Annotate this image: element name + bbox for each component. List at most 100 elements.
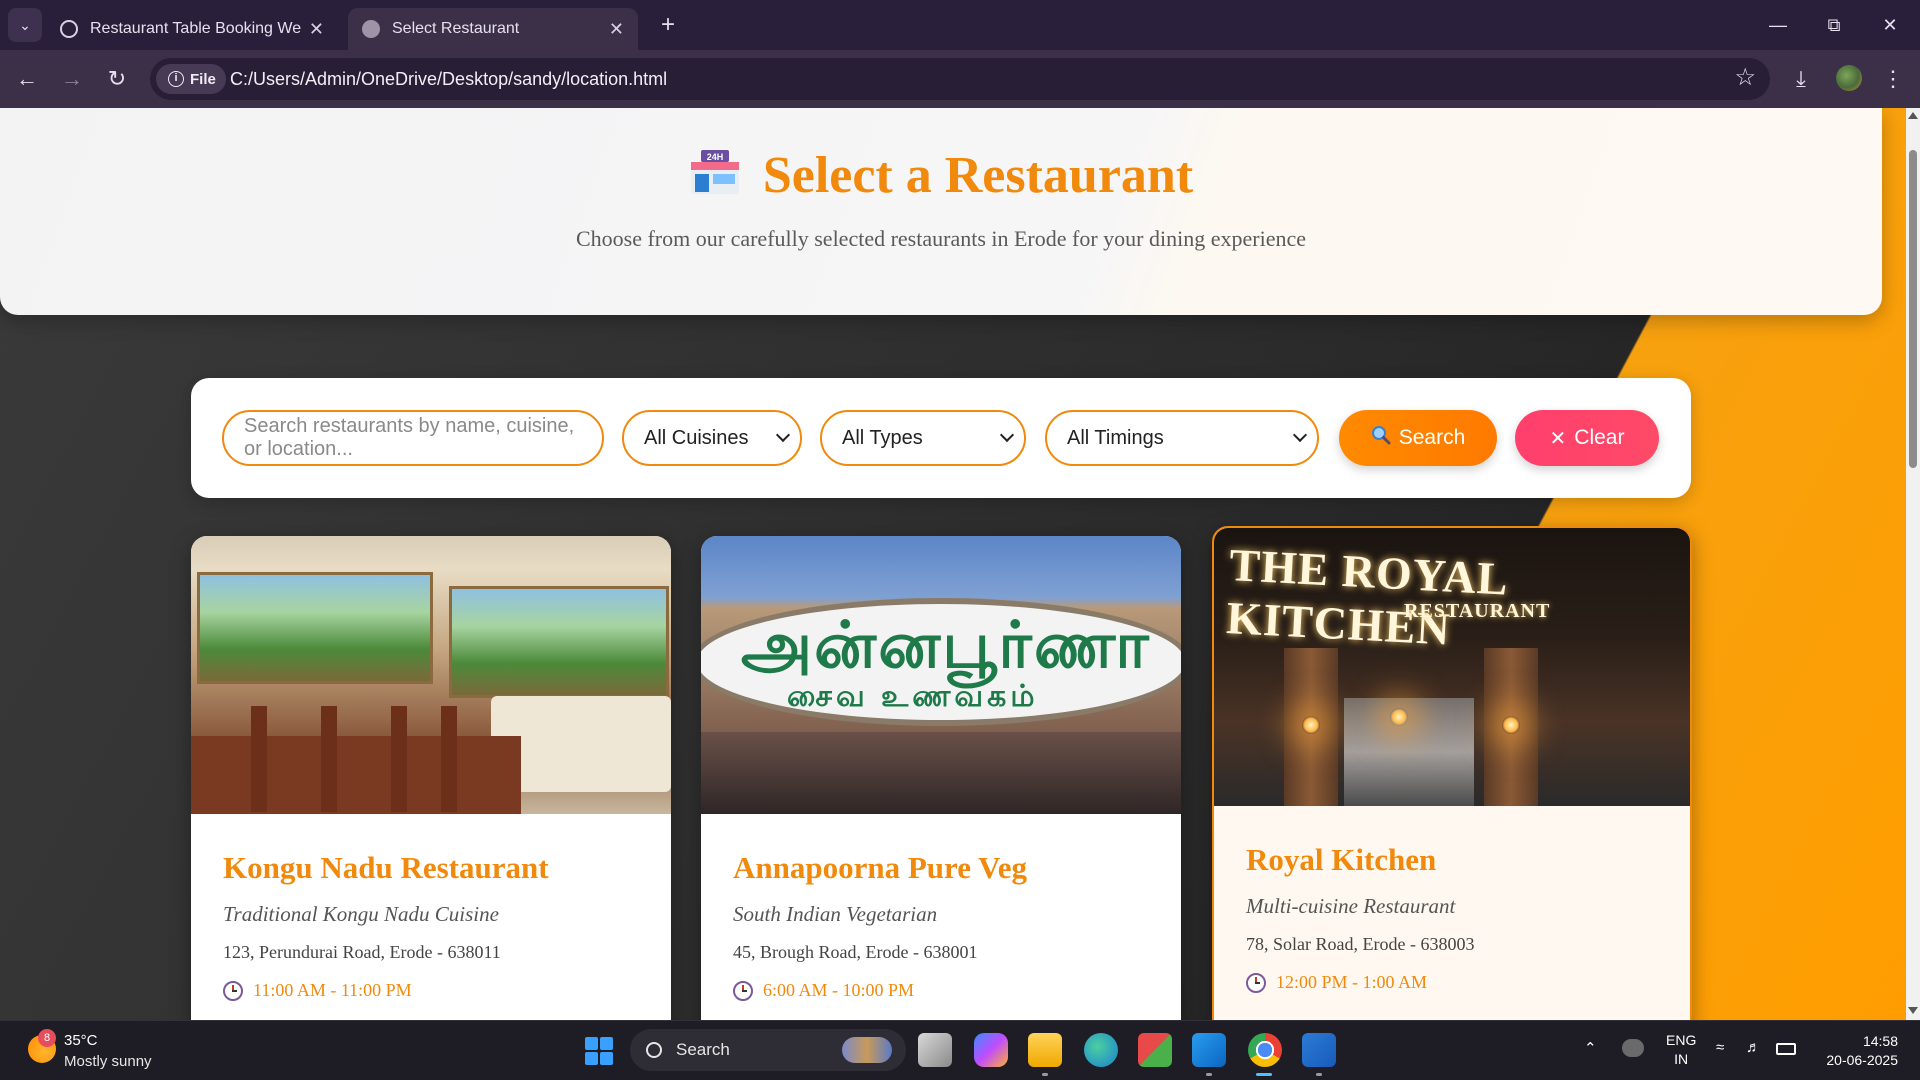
scroll-down-arrow-icon[interactable] [1908,1007,1918,1014]
scroll-up-arrow-icon[interactable] [1908,112,1918,119]
close-tab-icon[interactable]: ✕ [609,19,624,40]
cuisine-select-value: All Cuisines [644,426,749,449]
restaurant-address: 123, Perundurai Road, Erode - 638011 [223,942,501,962]
timing-select[interactable]: All Timings [1045,410,1319,466]
active-indicator [1256,1073,1272,1076]
running-indicator [1042,1073,1048,1076]
language-indicator[interactable]: ENG IN [1666,1031,1696,1069]
taskbar-search-label: Search [676,1040,730,1059]
restaurant-timing: 12:00 PM - 1:00 AM [1246,972,1427,993]
tab-search-chevron-icon[interactable]: ⌄ [8,8,42,42]
sign-subtext: RESTAURANT [1404,600,1551,622]
running-indicator [1206,1073,1212,1076]
vscode-icon[interactable] [1192,1033,1226,1067]
restaurant-cuisine: Multi-cuisine Restaurant [1246,894,1456,918]
search-highlight-icon [842,1037,892,1063]
system-clock[interactable]: 14:58 20-06-2025 [1818,1032,1898,1070]
clock-icon [1246,972,1266,993]
chevron-down-icon [1292,427,1308,443]
site-info-chip[interactable]: i File [156,64,226,94]
globe-favicon-icon [362,20,380,38]
restaurant-timing-text: 6:00 AM - 10:00 PM [763,980,915,1000]
search-button[interactable]: Search [1339,410,1497,466]
convenience-store-icon: 24H [689,150,741,196]
file-explorer-icon[interactable] [1028,1033,1062,1067]
restaurant-card[interactable]: Kongu Nadu Restaurant Traditional Kongu … [191,536,671,1020]
onedrive-error-icon[interactable] [1622,1039,1644,1057]
clear-button[interactable]: ✕ Clear [1515,410,1659,466]
restaurant-name: Royal Kitchen [1246,842,1437,877]
page-subtitle: Choose from our carefully selected resta… [575,226,1306,251]
chatgpt-favicon-icon [60,20,78,38]
windows-start-icon[interactable] [585,1037,613,1065]
restaurant-image-annapoorna: அன்னபூர்ணா சைவ உணவகம் [701,536,1181,814]
svg-text:24H: 24H [707,152,724,162]
tab-select-restaurant[interactable]: Select Restaurant ✕ [348,8,638,50]
download-icon[interactable]: ⤓ [1784,62,1818,96]
restaurant-card[interactable]: அன்னபூர்ணா சைவ உணவகம் Annapoorna Pure Ve… [701,536,1181,1020]
restaurant-name: Annapoorna Pure Veg [733,850,1027,885]
magnifier-icon [1371,425,1391,451]
page-scrollbar[interactable] [1906,108,1920,1020]
back-arrow-icon[interactable]: ← [10,62,44,96]
restore-icon[interactable]: ⧉ [1814,8,1854,42]
microsoft-store-icon[interactable] [1138,1033,1172,1067]
volume-icon[interactable]: ♬ [1746,1039,1761,1056]
forward-arrow-icon[interactable]: → [55,62,89,96]
chrome-icon[interactable] [1248,1033,1282,1067]
sign-subtext: சைவ உணவகம் [787,680,1039,713]
restaurant-card[interactable]: THE ROYAL KITCHEN RESTAURANT Royal Kitch… [1212,526,1692,1020]
running-indicator [1316,1073,1322,1076]
show-hidden-icons-chevron-icon[interactable]: ⌃ [1584,1039,1597,1057]
menu-kebab-icon[interactable]: ⋮ [1876,62,1910,96]
page-title: 24H Select a Restaurant [0,146,1882,205]
cuisine-select[interactable]: All Cuisines [622,410,802,466]
page-header: 24H Select a Restaurant Choose from our … [0,108,1882,315]
minimize-icon[interactable]: — [1758,8,1798,42]
clear-button-label: Clear [1574,426,1625,449]
copilot-icon[interactable] [974,1033,1008,1067]
restaurant-timing-text: 11:00 AM - 11:00 PM [253,980,412,1000]
type-select[interactable]: All Types [820,410,1026,466]
profile-avatar[interactable] [1836,65,1862,91]
taskbar-search-box[interactable]: Search [630,1029,906,1071]
restaurant-address: 45, Brough Road, Erode - 638001 [733,942,978,962]
weather-temperature[interactable]: 35°C [64,1032,98,1049]
wifi-icon[interactable]: ≈ [1716,1039,1724,1056]
sign-text: அன்னபூர்ணா [741,609,1151,681]
info-icon: i [168,71,184,87]
weather-badge: 8 [38,1029,56,1047]
restaurant-timing-text: 12:00 PM - 1:00 AM [1276,972,1428,992]
region-code: IN [1674,1051,1689,1067]
browser-toolbar: ← → ↻ i File C:/Users/Admin/OneDrive/Des… [0,50,1920,108]
clock-time: 14:58 [1862,1033,1898,1049]
close-window-icon[interactable]: ✕ [1870,8,1910,42]
new-tab-button[interactable]: + [652,10,684,42]
tab-restaurant-booking[interactable]: Restaurant Table Booking Website ✕ [46,8,338,50]
cross-icon: ✕ [1549,427,1567,450]
restaurant-cuisine: Traditional Kongu Nadu Cuisine [223,902,499,926]
restaurant-name: Kongu Nadu Restaurant [223,850,549,885]
site-info-label: File [190,70,216,88]
timing-select-value: All Timings [1067,426,1164,449]
restaurant-timing: 11:00 AM - 11:00 PM [223,980,412,1001]
bookmark-star-icon[interactable]: ☆ [1734,63,1756,92]
search-input[interactable]: Search restaurants by name, cuisine, or … [222,410,604,466]
chevron-down-icon [999,427,1015,443]
edge-browser-icon[interactable] [1084,1033,1118,1067]
restaurant-timing: 6:00 AM - 10:00 PM [733,980,914,1001]
reload-icon[interactable]: ↻ [100,62,134,96]
clock-date: 20-06-2025 [1826,1052,1898,1068]
weather-description[interactable]: Mostly sunny [64,1053,152,1070]
task-view-icon[interactable] [918,1033,952,1067]
page-viewport: 24H Select a Restaurant Choose from our … [0,108,1906,1020]
tab-title: Select Restaurant [392,20,520,37]
battery-icon[interactable] [1776,1043,1796,1055]
word-icon[interactable] [1302,1033,1336,1067]
url-text[interactable]: C:/Users/Admin/OneDrive/Desktop/sandy/lo… [230,69,667,90]
address-bar[interactable]: i File C:/Users/Admin/OneDrive/Desktop/s… [150,58,1770,100]
close-tab-icon[interactable]: ✕ [309,19,324,40]
search-button-label: Search [1398,426,1466,449]
scrollbar-thumb[interactable] [1909,150,1917,468]
clock-icon [733,980,753,1001]
